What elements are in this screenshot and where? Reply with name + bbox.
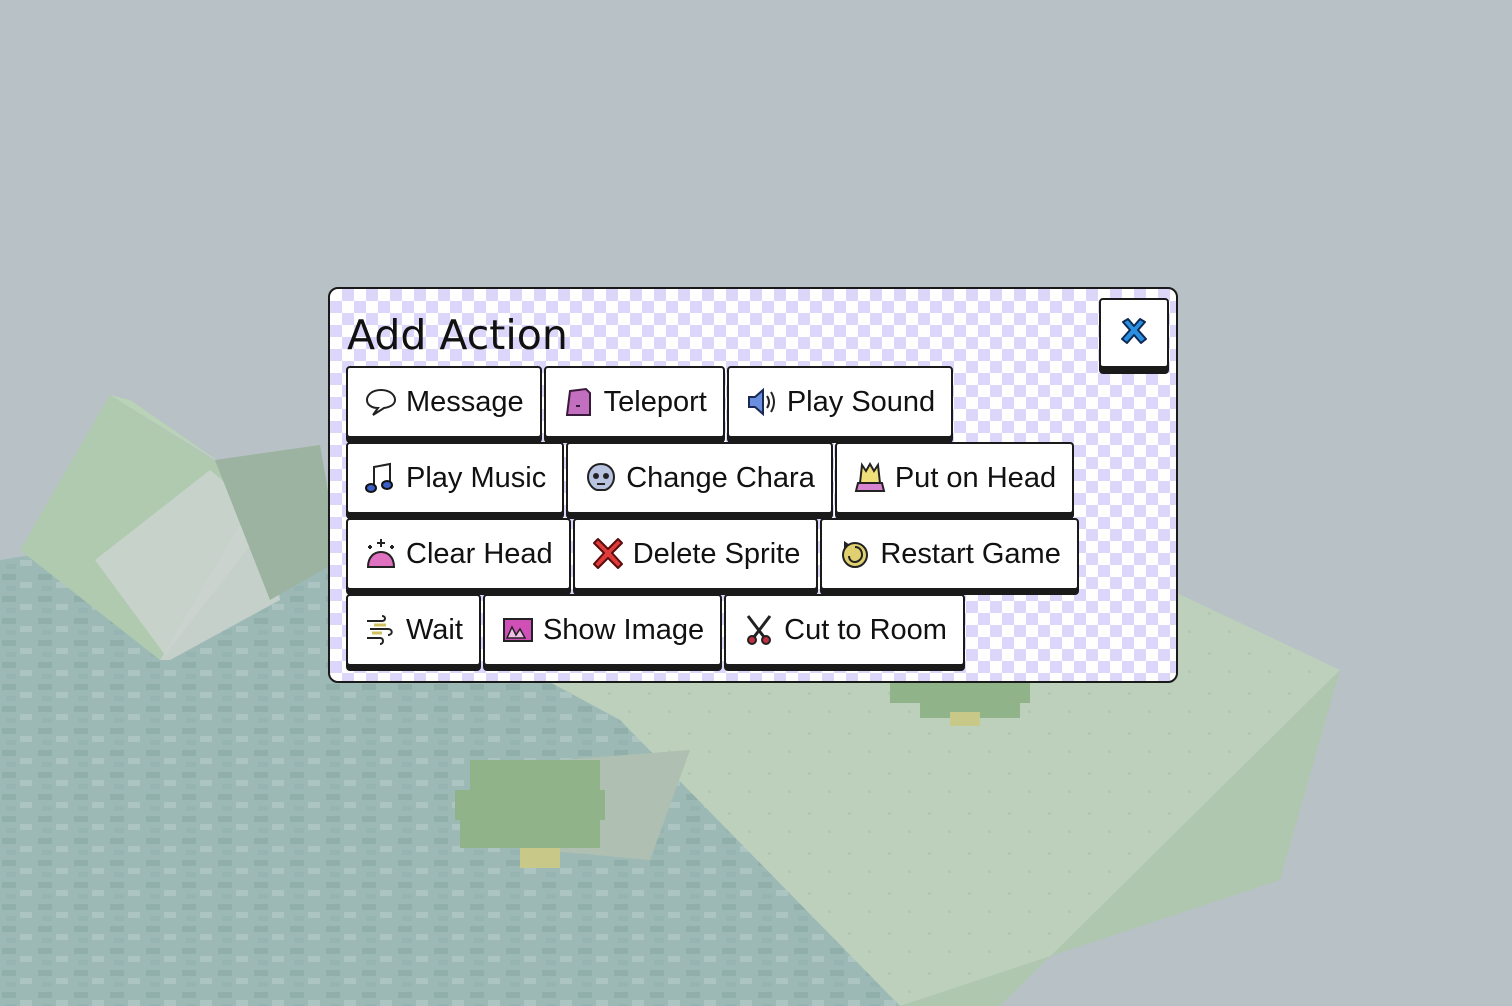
clear-head-button[interactable]: Clear Head [346,518,571,590]
play-music-button[interactable]: Play Music [346,442,565,514]
close-x-icon [1119,316,1149,350]
red-x-icon [591,537,625,571]
actions-row: Wait Show Image Cut to Room [346,594,1166,666]
play-sound-button[interactable]: Play Sound [726,366,954,438]
action-label: Restart Game [880,538,1061,570]
bell-hat-icon [853,461,887,495]
action-label: Play Sound [786,386,936,418]
close-button[interactable] [1099,298,1169,368]
sparkle-blob-icon [364,537,398,571]
put-on-head-button[interactable]: Put on Head [834,442,1075,514]
action-label: Change Chara [626,462,815,494]
image-icon [501,613,535,647]
message-button[interactable]: Message [346,366,542,438]
speaker-icon [745,385,779,419]
actions-row: Message Teleport Play Sound [346,366,1166,438]
action-label: Message [406,386,524,418]
cut-to-room-button[interactable]: Cut to Room [724,594,965,666]
scissors-icon [742,613,776,647]
wait-button[interactable]: Wait [346,594,481,666]
delete-sprite-button[interactable]: Delete Sprite [572,518,819,590]
music-note-icon [364,461,398,495]
restart-game-button[interactable]: Restart Game [820,518,1079,590]
speech-bubble-icon [364,385,398,419]
actions-row: Clear Head Delete Sprite Restart Game [346,518,1166,590]
add-action-dialog: Add Action Message Teleport Play Sound P… [328,287,1178,683]
action-label: Clear Head [406,538,553,570]
action-label: Put on Head [894,462,1057,494]
action-label: Wait [406,614,463,646]
restart-swirl-icon [838,537,872,571]
teleport-icon [562,385,596,419]
show-image-button[interactable]: Show Image [482,594,723,666]
action-label: Cut to Room [784,614,947,646]
teleport-button[interactable]: Teleport [543,366,725,438]
action-label: Delete Sprite [632,538,801,570]
action-label: Play Music [406,462,547,494]
action-label: Show Image [542,614,705,646]
wind-lines-icon [364,613,398,647]
actions-row: Play Music Change Chara Put on Head [346,442,1166,514]
change-chara-button[interactable]: Change Chara [566,442,833,514]
dialog-title: Add Action [347,311,568,359]
actions-grid: Message Teleport Play Sound Play Music C… [346,366,1166,670]
action-label: Teleport [603,386,707,418]
skull-mask-icon [584,461,618,495]
